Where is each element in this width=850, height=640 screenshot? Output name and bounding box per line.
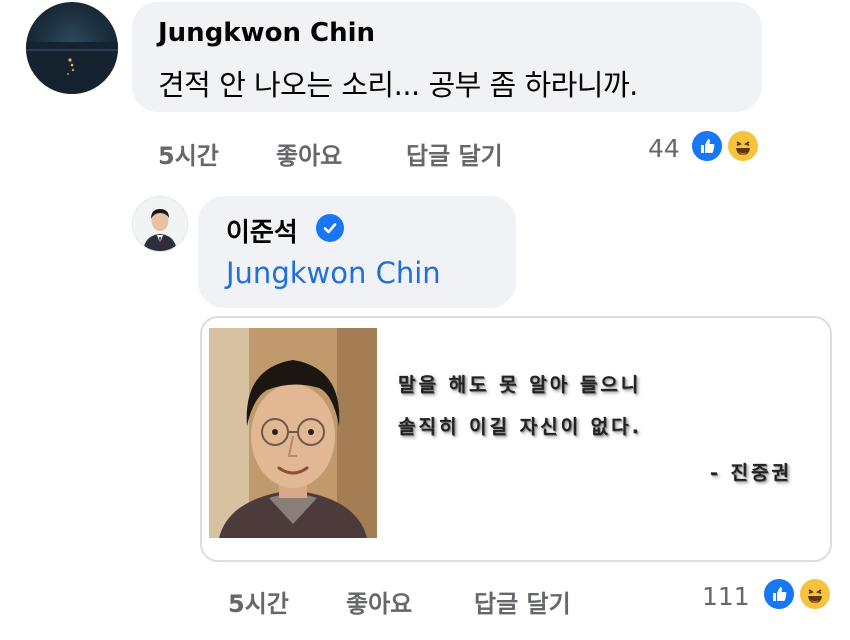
reaction-count[interactable]: 111 (702, 582, 750, 611)
reaction-count[interactable]: 44 (648, 134, 680, 163)
verified-badge-icon (316, 214, 344, 242)
person-avatar-icon (133, 197, 187, 251)
image-quote-attribution: - 진중권 (710, 462, 792, 484)
comment-author[interactable]: Jungkwon Chin (158, 18, 375, 48)
comment-timestamp[interactable]: 5시간 (228, 584, 289, 619)
night-sea-avatar-icon (26, 42, 118, 94)
like-icon (762, 577, 796, 611)
portrait-photo (209, 328, 377, 538)
comment-text: 견적 안 나오는 소리... 공부 좀 하라니까. (158, 68, 638, 102)
image-quote-line: 솔직히 이길 자신이 없다. (398, 416, 642, 438)
avatar[interactable] (26, 2, 118, 94)
avatar[interactable] (132, 196, 188, 252)
reply-button[interactable]: 답글 달기 (406, 136, 503, 171)
comment-timestamp[interactable]: 5시간 (158, 136, 219, 171)
mention-link[interactable]: Jungkwon Chin (226, 256, 441, 290)
like-icon (690, 129, 724, 163)
comment-author[interactable]: 이준석 (226, 212, 298, 249)
like-button[interactable]: 좋아요 (346, 584, 412, 619)
like-button[interactable]: 좋아요 (276, 136, 342, 171)
reply-button[interactable]: 답글 달기 (474, 584, 571, 619)
image-quote-line: 말을 해도 못 알아 들으니 (398, 374, 642, 396)
haha-icon (726, 129, 760, 163)
haha-icon (798, 577, 832, 611)
